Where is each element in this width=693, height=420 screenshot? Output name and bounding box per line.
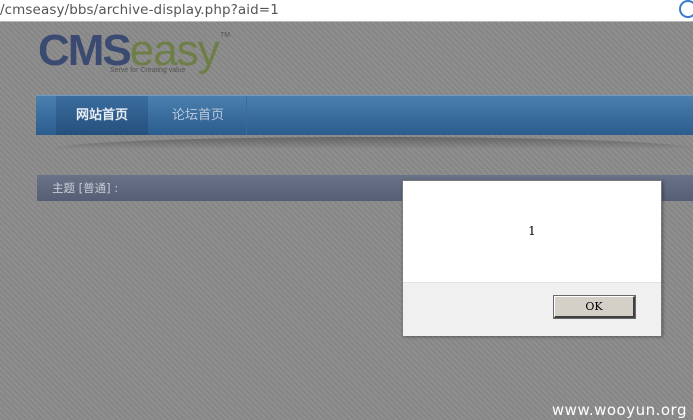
nav-item-site-home[interactable]: 网站首页: [56, 96, 148, 135]
watermark: www.wooyun.org: [551, 401, 687, 419]
reload-icon[interactable]: [679, 0, 693, 18]
ok-button[interactable]: OK: [553, 295, 636, 319]
alert-message: 1: [403, 181, 661, 282]
nav-shadow: [54, 137, 693, 149]
nav-item-forum-home[interactable]: 论坛首页: [150, 96, 247, 135]
alert-footer: OK: [403, 282, 661, 336]
cmseasy-logo[interactable]: CMSeasy TM Serve for Creating value: [38, 26, 238, 82]
alert-dialog: 1 OK: [402, 180, 662, 336]
main-nav: 网站首页 论坛首页: [36, 95, 693, 135]
address-bar[interactable]: /cmseasy/bbs/archive-display.php?aid=1: [0, 0, 693, 22]
logo-tagline: Serve for Creating value: [110, 67, 186, 74]
url-text[interactable]: /cmseasy/bbs/archive-display.php?aid=1: [0, 2, 279, 18]
logo-trademark: TM: [220, 32, 231, 39]
topic-label: 主题 [普通] :: [52, 181, 119, 195]
